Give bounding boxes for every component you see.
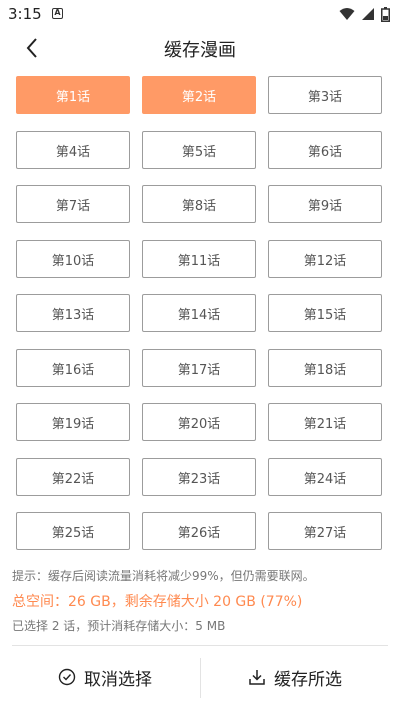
signal-icon	[362, 8, 374, 20]
episode-button[interactable]: 第8话	[142, 185, 256, 223]
episode-button[interactable]: 第5话	[142, 131, 256, 169]
battery-icon	[381, 6, 390, 22]
episode-button[interactable]: 第12话	[268, 240, 382, 278]
download-icon	[249, 670, 265, 685]
episode-button[interactable]: 第7话	[16, 185, 130, 223]
episode-button[interactable]: 第9话	[268, 185, 382, 223]
episode-button[interactable]: 第13话	[16, 294, 130, 332]
selection-summary: 已选择 2 话，预计消耗存储大小：5 MB	[12, 619, 226, 633]
episode-button[interactable]: 第22话	[16, 458, 130, 496]
storage-space-text: 总空间：26 GB，剩余存储大小 20 GB (77%)	[12, 594, 303, 610]
episode-button[interactable]: 第3话	[268, 76, 382, 114]
page-title: 缓存漫画	[164, 40, 236, 61]
wifi-icon	[339, 8, 355, 20]
status-time: 3:15	[8, 5, 42, 23]
hint-text: 提示：缓存后阅读流量消耗将减少99%，但仍需要联网。	[12, 569, 315, 583]
episode-button[interactable]: 第16话	[16, 349, 130, 387]
episode-button[interactable]: 第21话	[268, 403, 382, 441]
episode-button[interactable]: 第2话	[142, 76, 256, 114]
episode-button[interactable]: 第6话	[268, 131, 382, 169]
divider	[12, 645, 388, 646]
episode-button[interactable]: 第4话	[16, 131, 130, 169]
episode-button[interactable]: 第14话	[142, 294, 256, 332]
bottom-bar: 取消选择 缓存所选	[0, 652, 400, 702]
status-bar: 3:15 A	[0, 0, 400, 28]
episode-button[interactable]: 第25话	[16, 512, 130, 550]
episode-button[interactable]: 第18话	[268, 349, 382, 387]
episode-button[interactable]: 第11话	[142, 240, 256, 278]
check-circle-icon	[58, 668, 76, 686]
episode-button[interactable]: 第19话	[16, 403, 130, 441]
episode-button[interactable]: 第17话	[142, 349, 256, 387]
notification-icon: A	[52, 8, 63, 19]
episode-button[interactable]: 第24话	[268, 458, 382, 496]
header: 缓存漫画	[0, 28, 400, 68]
episode-button[interactable]: 第20话	[142, 403, 256, 441]
cache-selected-label: 缓存所选	[274, 669, 342, 690]
cache-selected-button[interactable]: 缓存所选	[248, 652, 342, 702]
episode-button[interactable]: 第26话	[142, 512, 256, 550]
episode-button[interactable]: 第1话	[16, 76, 130, 114]
episode-button[interactable]: 第10话	[16, 240, 130, 278]
status-icons	[339, 6, 390, 22]
episode-button[interactable]: 第23话	[142, 458, 256, 496]
button-separator	[200, 658, 201, 698]
cancel-selection-button[interactable]: 取消选择	[58, 652, 152, 702]
episode-button[interactable]: 第15话	[268, 294, 382, 332]
cancel-selection-label: 取消选择	[84, 669, 152, 690]
episode-button[interactable]: 第27话	[268, 512, 382, 550]
